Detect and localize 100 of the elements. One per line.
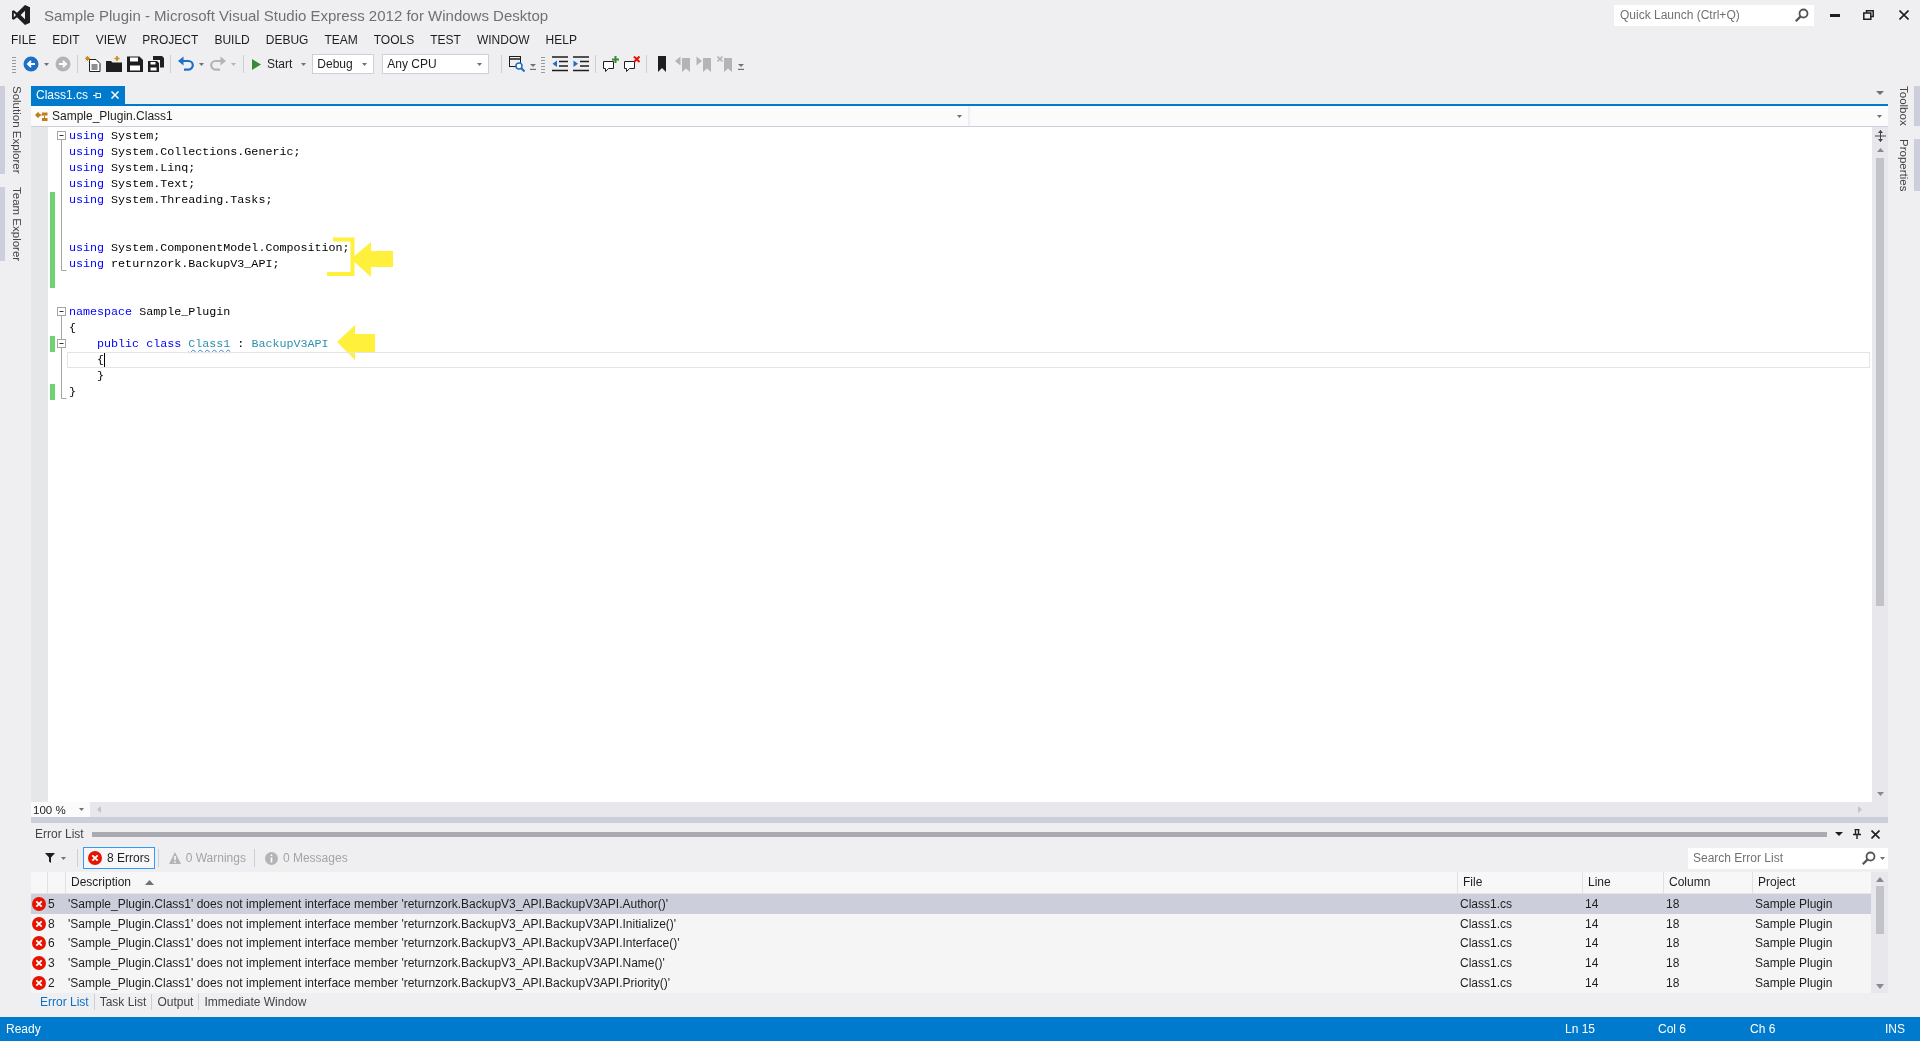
table-cell-text: 18 (1665, 916, 1681, 931)
menu-item[interactable]: HELP (537, 32, 585, 48)
menu-item[interactable]: TOOLS (365, 32, 423, 48)
filter-button[interactable]: 8 Errors (83, 847, 155, 869)
search-field[interactable]: Search Error List (1688, 847, 1888, 869)
menu-item[interactable]: WINDOW (468, 32, 538, 48)
error-icon (88, 851, 102, 865)
collapse-icon[interactable] (57, 339, 66, 348)
table-cell-text: Class1.cs (1459, 976, 1513, 991)
menu-item[interactable]: TEAM (316, 32, 366, 48)
panel-tab[interactable]: Error List (35, 995, 94, 1009)
status-text: Ch 6 (1750, 1022, 1777, 1036)
pin-icon[interactable] (1853, 829, 1861, 839)
search-icon[interactable] (1862, 851, 1876, 865)
search-icon[interactable] (1795, 8, 1809, 22)
start-button[interactable]: Start (248, 54, 313, 74)
column-header[interactable]: File (1457, 872, 1582, 893)
warning-icon (168, 852, 181, 864)
scroll-up-icon[interactable] (1875, 877, 1884, 882)
minimize-icon[interactable] (1830, 13, 1840, 17)
play-icon (252, 58, 261, 70)
filter-icon[interactable] (45, 853, 55, 863)
menu-item[interactable]: BUILD (206, 32, 258, 48)
panel-tab[interactable]: Output (152, 995, 199, 1009)
error-icon (32, 956, 46, 971)
side-tab[interactable]: Toolbox (1898, 86, 1920, 126)
error-icon (32, 896, 46, 911)
code-line: } (96, 369, 105, 383)
code-line: using System.Collections.Generic; (69, 145, 301, 159)
error-row[interactable]: 5 'Sample_Plugin.Class1' does not implement interface member 'returnzork.BackupV3_API.BackupV3API.Author()' Class1.cs 14 18 Sample Plugin (31, 893, 1871, 914)
table-cell-text: 18 (1665, 936, 1681, 951)
menu-item[interactable]: FILE (3, 32, 45, 48)
comment-remove-icon[interactable] (623, 56, 640, 72)
window-title: Sample Plugin - Microsoft Visual Studio Express 2012 for Windows Desktop (44, 6, 549, 24)
code-line: public class Class1 : BackupV3API (96, 337, 329, 351)
panel-tab[interactable]: Task List (94, 995, 152, 1009)
scrollbar-thumb[interactable] (1875, 886, 1884, 934)
title-grip[interactable] (91, 831, 1827, 837)
indent-icon[interactable] (572, 56, 589, 72)
class-icon (35, 110, 48, 122)
table-cell-text: 14 (1584, 976, 1600, 991)
class-dropdown[interactable]: Sample_Plugin.Class1 (31, 106, 968, 126)
close-icon[interactable] (1871, 829, 1880, 839)
menu-item[interactable]: PROJECT (134, 32, 207, 48)
code-line: { (69, 321, 76, 335)
table-cell-text: 14 (1584, 896, 1600, 911)
status-text: Col 6 (1658, 1022, 1687, 1036)
overflow-icon[interactable] (738, 64, 745, 70)
toolbar-grip[interactable] (12, 55, 16, 73)
side-tab[interactable]: Solution Explorer (0, 86, 23, 174)
scroll-down-icon[interactable] (1875, 984, 1884, 989)
splitter-icon[interactable] (1874, 130, 1886, 142)
error-icon (32, 916, 46, 931)
table-cell-text: 'Sample_Plugin.Class1' does not implement interface member 'returnzork.BackupV3_API.BackupV3API.Author()' (67, 896, 670, 911)
caret-icon[interactable] (1835, 832, 1843, 836)
side-tab[interactable]: Properties (1898, 138, 1920, 192)
table-cell-text: 6 (47, 936, 56, 951)
collapse-icon[interactable] (57, 307, 66, 316)
table-cell-text: Sample Plugin (1754, 916, 1834, 931)
menu-item[interactable]: DEBUG (257, 32, 317, 48)
overflow-icon[interactable] (530, 64, 537, 70)
outdent-icon[interactable] (551, 56, 568, 72)
text-cursor-icon (104, 353, 106, 367)
column-header[interactable]: Description (65, 872, 1457, 893)
combo-box[interactable]: Any CPU (382, 54, 490, 74)
vertical-scrollbar[interactable] (1872, 127, 1888, 802)
table-cell-text: 3 (47, 956, 56, 971)
new-project-icon[interactable] (84, 56, 101, 72)
error-icon (32, 976, 46, 991)
menu-item[interactable]: EDIT (44, 32, 88, 48)
table-cell-text: Sample Plugin (1754, 976, 1834, 991)
restore-icon[interactable] (1863, 10, 1874, 20)
column-header[interactable]: Column (1663, 872, 1752, 893)
table-cell-text: 5 (47, 896, 56, 911)
combo-box[interactable]: Debug (312, 54, 375, 74)
table-cell-text: 8 (47, 916, 56, 931)
zoom-combo[interactable]: 100 % (31, 802, 90, 817)
arrow-icon (336, 325, 375, 360)
folder-icon[interactable] (105, 56, 122, 72)
scroll-up-icon[interactable] (1876, 148, 1884, 152)
save-all-icon[interactable] (147, 56, 164, 72)
code-line: using System.Threading.Tasks; (69, 193, 273, 207)
save-icon[interactable] (126, 56, 143, 72)
column-header[interactable]: Line (1582, 872, 1663, 893)
scroll-down-icon[interactable] (1876, 792, 1884, 796)
scrollbar-thumb[interactable] (1876, 158, 1884, 606)
comment-add-icon[interactable] (602, 56, 619, 72)
side-tab[interactable]: Team Explorer (0, 186, 23, 261)
table-cell-text: Sample Plugin (1754, 956, 1834, 971)
find-icon[interactable] (508, 56, 525, 72)
undo-icon[interactable] (177, 56, 194, 72)
table-cell-text: 'Sample_Plugin.Class1' does not implement interface member 'returnzork.BackupV3_API.BackupV3API.Priority()' (67, 976, 672, 991)
menu-item[interactable]: VIEW (87, 32, 135, 48)
back-icon[interactable] (22, 56, 39, 72)
collapse-icon[interactable] (57, 131, 66, 140)
panel-tab[interactable]: Immediate Window (199, 995, 312, 1009)
close-icon[interactable] (1899, 10, 1909, 20)
quick-launch-field[interactable]: Quick Launch (Ctrl+Q) (1614, 4, 1814, 26)
vertical-scrollbar[interactable] (1871, 872, 1888, 993)
menu-item[interactable]: TEST (422, 32, 469, 48)
